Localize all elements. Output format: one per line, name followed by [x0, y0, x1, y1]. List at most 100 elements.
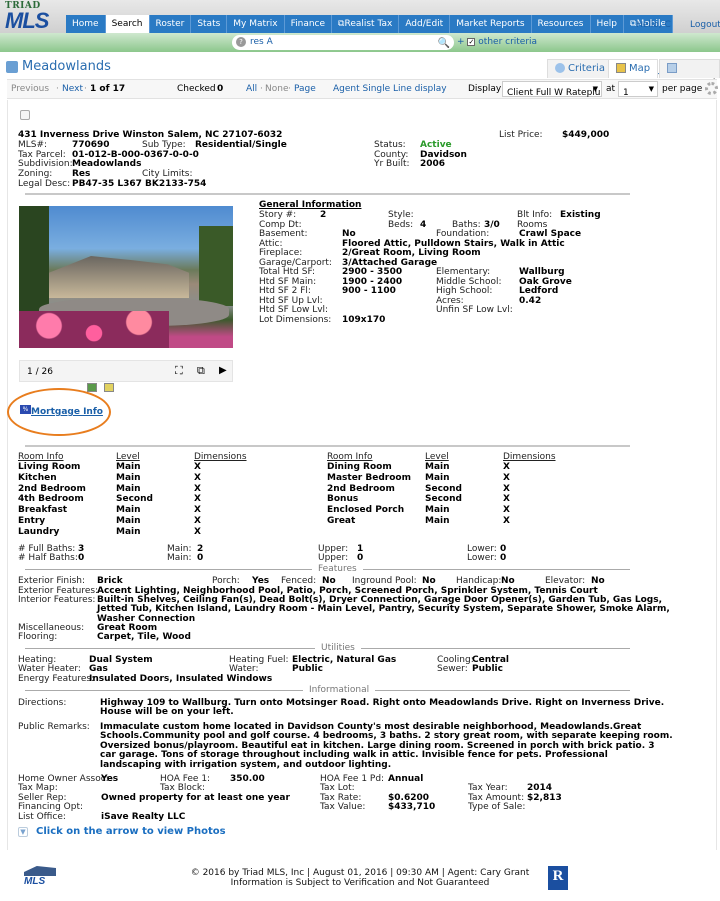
tab-roster[interactable]: Roster	[149, 15, 192, 33]
sf2: 900 - 1100	[342, 286, 396, 296]
play-icon[interactable]: ▶	[219, 365, 227, 376]
photo-gallery-icon[interactable]	[104, 383, 114, 392]
utilities-heading: Utilities	[315, 643, 361, 653]
room-name: 2nd Bedroom	[18, 483, 86, 494]
room-level: Second	[116, 494, 153, 505]
display-format-select[interactable]: Client Full W Rateplu ▼	[502, 81, 602, 98]
search-query-text: res A	[250, 37, 273, 47]
footer-copyright: © 2016 by Triad MLS, Inc | August 01, 20…	[190, 868, 530, 878]
search-icon[interactable]: 🔍	[438, 36, 450, 51]
room-dimensions: X	[503, 516, 510, 526]
seller-rep: Owned property for at least one year	[101, 793, 290, 803]
tax-year-label: Tax Year:	[468, 783, 508, 793]
water-label: Water:	[229, 664, 259, 674]
at-label: at	[606, 84, 616, 94]
photo-counter: 1 / 26	[27, 367, 53, 377]
tab-finance[interactable]: Finance	[284, 15, 333, 33]
legal-desc-label: Legal Desc:	[18, 179, 71, 189]
select-page-link[interactable]: Page	[294, 84, 316, 94]
ext-finish: Brick	[97, 576, 123, 586]
next-link[interactable]: Next	[62, 84, 83, 94]
pool-label: Inground Pool:	[352, 576, 417, 586]
porch: Yes	[252, 576, 270, 586]
select-all-link[interactable]: All	[246, 84, 257, 94]
dot-separator: ·	[288, 84, 291, 94]
dot-separator: ·	[56, 84, 59, 94]
map-tab[interactable]: Map	[608, 59, 659, 78]
tab-realist-tax[interactable]: ⧉Realist Tax	[332, 15, 400, 33]
general-info-heading: General Information	[259, 200, 362, 210]
select-none-link[interactable]: None	[265, 84, 288, 94]
half-lower: 0	[500, 553, 507, 563]
checked-count: 0	[217, 84, 224, 94]
room-dimensions: X	[503, 505, 510, 516]
map-icon	[616, 63, 626, 73]
fullscreen-icon[interactable]: ⛶	[175, 364, 183, 378]
room-name: Master Bedroom	[327, 472, 411, 483]
logo-main-text: MLS	[5, 8, 49, 33]
room-level: Main	[116, 462, 141, 472]
beds: 4	[420, 220, 427, 230]
story-label: Story #:	[259, 210, 297, 220]
room-dimensions: X	[194, 505, 201, 516]
elementary: Wallburg	[519, 267, 565, 277]
agent-single-line-link[interactable]: Agent Single Line display	[333, 84, 447, 94]
room-dimensions: X	[503, 483, 510, 494]
listing-photo[interactable]	[19, 206, 233, 348]
popout-icon[interactable]: ⧉	[197, 364, 205, 378]
criteria-tab[interactable]: Criteria	[547, 59, 613, 78]
per-page-value: 1	[623, 88, 629, 98]
tax-value: $433,710	[388, 802, 436, 812]
room-name: Dining Room	[327, 462, 392, 472]
half-baths-label: # Half Baths:	[18, 553, 78, 563]
energy: Insulated Doors, Insulated Windows	[89, 674, 273, 684]
select-listing-checkbox[interactable]	[20, 110, 30, 120]
tab-stats[interactable]: Stats	[191, 15, 228, 33]
tab-help[interactable]: Help	[590, 15, 625, 33]
photo-thumb-icon[interactable]	[87, 383, 97, 392]
photo-tree	[199, 226, 233, 306]
other-criteria-checkbox[interactable]: ✓	[467, 37, 476, 46]
user-greeting[interactable]: Hello, C	[636, 20, 671, 30]
fireplace: 2/Great Room, Living Room	[342, 248, 481, 258]
mls-number: 770690	[72, 140, 110, 150]
elevator: No	[591, 576, 605, 586]
view-photos-link[interactable]: Click on the arrow to view Photos	[36, 826, 226, 837]
legal-desc: PB47-35 L367 BK2133-754	[72, 179, 207, 189]
tab-market-reports[interactable]: Market Reports	[450, 15, 532, 33]
pager-bar: Previous · Next · 1 of 17 Checked 0 All …	[7, 79, 718, 99]
directions-label: Directions:	[18, 698, 67, 708]
tab-my-matrix[interactable]: My Matrix	[227, 15, 285, 33]
mortgage-info-link[interactable]: Mortgage Info	[31, 407, 103, 417]
tax-lot-label: Tax Lot:	[320, 783, 355, 793]
help-icon[interactable]: ?	[236, 37, 246, 47]
mortgage-icon[interactable]: %	[20, 405, 31, 414]
saved-search-icon	[6, 60, 18, 73]
display-label: Display	[468, 84, 502, 94]
subdivision: Meadowlands	[72, 159, 142, 169]
tab-add-edit[interactable]: Add/Edit	[399, 15, 451, 33]
sf2-label: Htd SF 2 Fl:	[259, 286, 311, 296]
previous-link[interactable]: Previous	[11, 84, 49, 94]
dimensions-header: Dimensions	[503, 452, 556, 462]
tab-home[interactable]: Home	[66, 15, 106, 33]
results-tab[interactable]: Results	[659, 59, 720, 92]
room-level: Main	[116, 526, 141, 537]
tab-resources[interactable]: Resources	[531, 15, 591, 33]
per-page-select[interactable]: 1 ▼	[618, 81, 658, 98]
status-label: Status:	[374, 140, 406, 150]
expand-arrow-icon[interactable]: ▼	[18, 827, 28, 837]
remarks-line: car garage. Tons of storage throughout i…	[100, 750, 608, 760]
speed-search-input[interactable]: ? res A 🔍	[232, 35, 454, 50]
other-criteria[interactable]: + ✓ other criteria	[457, 37, 537, 47]
logout-link[interactable]: Logout	[690, 20, 720, 30]
half-lower-label: Lower:	[467, 553, 497, 563]
room-dimensions: X	[194, 483, 201, 494]
tab-search[interactable]: Search	[105, 15, 150, 33]
type-of-sale-label: Type of Sale:	[468, 802, 526, 812]
half-upper: 0	[357, 553, 364, 563]
story: 2	[320, 210, 327, 220]
triad-mls-logo[interactable]: TRIAD MLS	[5, 2, 63, 32]
water: Public	[292, 664, 323, 674]
gear-icon[interactable]	[705, 82, 718, 95]
